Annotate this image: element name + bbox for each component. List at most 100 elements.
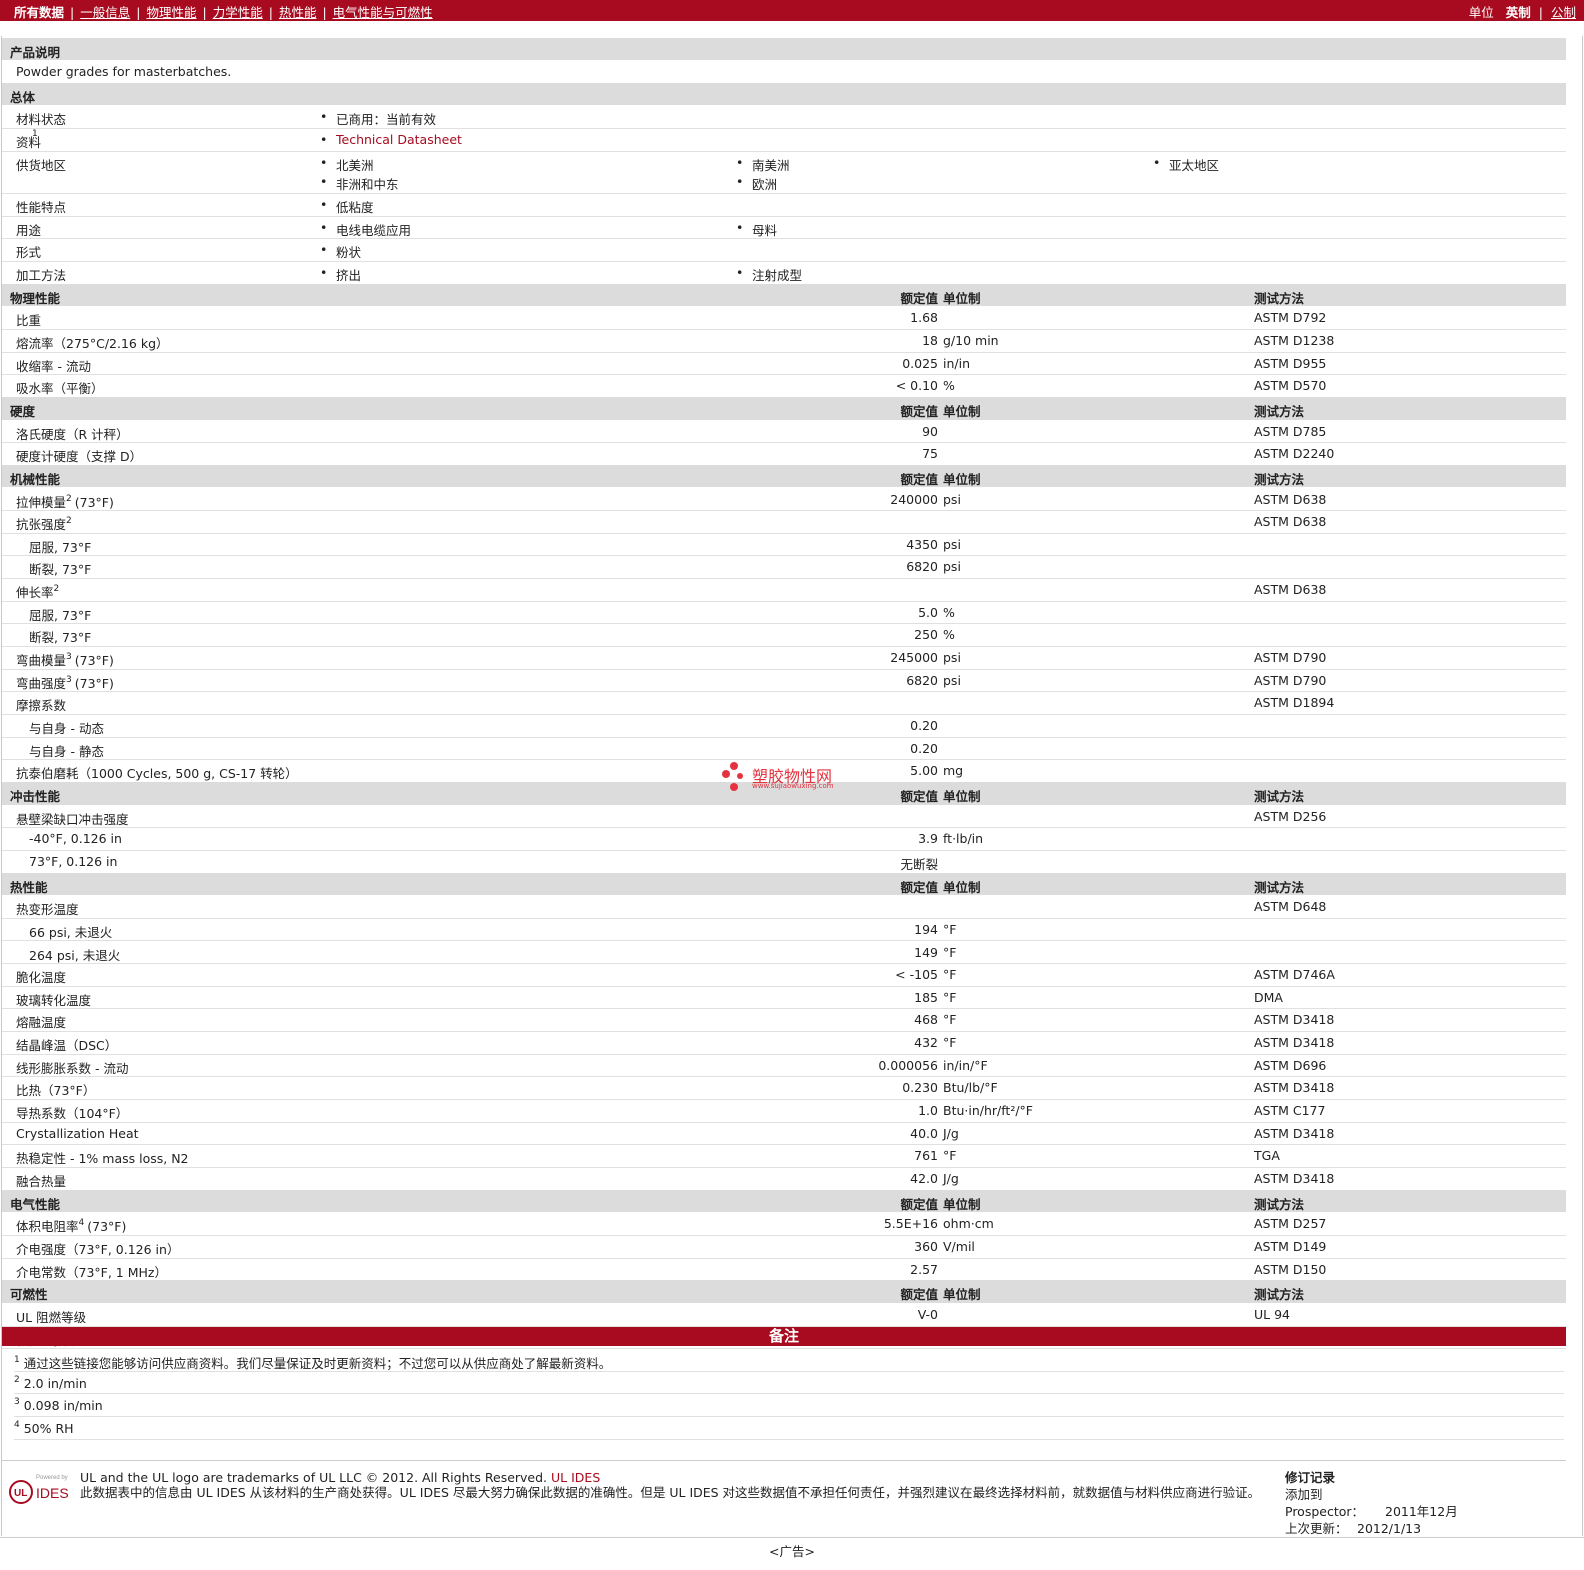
table-row: 伸长率2 ASTM D638 [2, 578, 1566, 602]
col-header-method: 测试方法 [1254, 290, 1305, 306]
row-label: 弯曲模量 [16, 653, 67, 668]
table-row: 弯曲强度3 (73°F) 6820 psi ASTM D790 [2, 669, 1566, 693]
footnote-ref: 2 [53, 584, 60, 595]
row-label-group: 硬度计硬度（支撑 D） [16, 446, 142, 465]
row-label-group: 导热系数（104°F） [16, 1103, 128, 1122]
row-value: 1.68 [910, 310, 938, 326]
bullet-item: 母料 [736, 220, 777, 239]
row-unit: in/in/°F [943, 1057, 988, 1073]
table-row: 66 psi, 未退火 194 °F [2, 918, 1566, 942]
row-value: 360 [914, 1239, 938, 1254]
trademark-text: UL and the UL logo are trademarks of UL … [80, 1470, 548, 1485]
row-method: ASTM D638 [1254, 514, 1327, 530]
row-label: 线形膨胀系数 - 流动 [16, 1060, 129, 1076]
table-row: 资料1Technical Datasheet [2, 128, 1566, 152]
unit-metric-link[interactable]: 公制 [1551, 5, 1576, 20]
col-header-method: 测试方法 [1254, 879, 1305, 895]
nav-link-1[interactable]: 一般信息 [80, 5, 130, 20]
row-value: 5.5E+16 [883, 1216, 938, 1232]
row-label: 屈服, 73°F [29, 607, 92, 623]
datasheet-link[interactable]: Technical Datasheet [336, 132, 462, 147]
bullet-text: 电线电缆应用 [336, 222, 412, 238]
row-value: 40.0 [910, 1125, 938, 1141]
section-header: 热性能 额定值 单位制 测试方法 [2, 872, 1566, 897]
row-label-group: 断裂, 73°F [29, 627, 91, 646]
section-header: 机械性能 额定值 单位制 测试方法 [2, 464, 1566, 489]
table-row: 结晶峰温（DSC） 432 °F ASTM D3418 [2, 1031, 1566, 1055]
row-unit: % [943, 627, 955, 643]
note-text: 50% RH [23, 1421, 74, 1437]
row-label-group: Crystallization Heat [16, 1126, 139, 1141]
col-header-unit: 单位制 [943, 471, 981, 487]
row-label-group: 与自身 - 静态 [29, 741, 104, 760]
row-value: 3.9 [918, 831, 938, 847]
nav-link-4[interactable]: 热性能 [279, 5, 317, 20]
row-label-suffix: (73°F) [87, 1219, 127, 1235]
row-value: 90 [922, 423, 938, 439]
row-label: 材料状态 [16, 112, 67, 128]
table-row: 热变形温度 ASTM D648 [2, 895, 1566, 919]
nav-link-5[interactable]: 电气性能与可燃性 [333, 5, 433, 20]
footnote-ref: 4 [78, 1218, 85, 1229]
row-unit: g/10 min [943, 332, 999, 348]
nav-link-0[interactable]: 所有数据 [14, 5, 64, 20]
row-value: 0.20 [910, 718, 938, 733]
col-header-method: 测试方法 [1254, 403, 1305, 419]
row-label-group: 264 psi, 未退火 [29, 945, 120, 964]
row-method: TGA [1254, 1148, 1280, 1164]
bullet-text: 低粘度 [336, 200, 374, 216]
ad-placeholder: <广告> [0, 1537, 1584, 1560]
row-label: 玻璃转化温度 [16, 992, 92, 1008]
row-method: ASTM D570 [1254, 378, 1327, 394]
table-row: 收缩率 - 流动 0.025 in/in ASTM D955 [2, 352, 1566, 376]
nav-link-2[interactable]: 物理性能 [146, 5, 196, 20]
bullet-item: 注射成型 [736, 265, 802, 284]
footer-disclaimer: UL and the UL logo are trademarks of UL … [80, 1470, 1270, 1500]
row-label: Crystallization Heat [16, 1125, 139, 1141]
row-label: 悬壁梁缺口冲击强度 [16, 811, 129, 827]
note-item: 3 0.098 in/min [14, 1393, 1564, 1418]
ul-logo-icon: UL Powered by IDES [9, 1475, 69, 1504]
ul-ides-link[interactable]: UL IDES [551, 1470, 600, 1485]
ul-ides-logo: UL Powered by IDES [8, 1471, 74, 1507]
note-content: 4 50% RH [14, 1421, 74, 1437]
footnote-ref: 2 [66, 493, 72, 504]
row-label-group: 热稳定性 - 1% mass loss, N2 [16, 1148, 189, 1167]
row-method: ASTM D1238 [1254, 332, 1335, 348]
row-label-group: 吸水率（平衡） [16, 378, 104, 397]
table-row: UL 阻燃等级 V-0 UL 94 [2, 1303, 1566, 1327]
section-title: 物理性能 [10, 290, 61, 306]
row-label-group: 拉伸模量2 (73°F) [16, 492, 114, 511]
footnote-ref: 2 [66, 516, 72, 527]
separator: | [202, 5, 207, 20]
row-value: 6820 [906, 672, 938, 688]
row-value: 75 [922, 446, 938, 462]
note-number: 1 [14, 1355, 20, 1365]
row-method: ASTM D2240 [1254, 446, 1335, 462]
col-header-value: 额定值 [900, 1196, 938, 1212]
row-method: ASTM D149 [1254, 1239, 1327, 1254]
row-value: 185 [914, 989, 938, 1005]
nav-link-3[interactable]: 力学性能 [213, 5, 263, 20]
row-value: 5.0 [918, 604, 938, 620]
table-row: 导热系数（104°F） 1.0 Btu·in/hr/ft²/°F ASTM C177 [2, 1099, 1566, 1123]
row-method: ASTM D3418 [1254, 1171, 1335, 1186]
rev-updated-value: 2012/1/13 [1357, 1521, 1422, 1536]
row-unit: % [943, 604, 955, 620]
bullet-item: 已商用：当前有效 [320, 109, 437, 128]
row-label-suffix: (73°F) [74, 675, 114, 691]
row-label: 融合热量 [16, 1174, 67, 1189]
row-label: -40°F, 0.126 in [29, 831, 122, 847]
row-label-group: 收缩率 - 流动 [16, 356, 91, 375]
table-row: 73°F, 0.126 in 无断裂 [2, 850, 1566, 874]
row-value: 432 [914, 1035, 938, 1051]
unit-imperial[interactable]: 英制 [1506, 5, 1531, 20]
row-label: 形式 [16, 245, 42, 261]
table-row: 弯曲模量3 (73°F) 245000 psi ASTM D790 [2, 646, 1566, 670]
separator: | [268, 5, 273, 20]
bullet-text: 已商用：当前有效 [336, 112, 437, 128]
row-unit: Btu·in/hr/ft²/°F [943, 1103, 1033, 1118]
row-label-group: 玻璃转化温度 [16, 990, 91, 1009]
notes-header: 备注 [2, 1327, 1566, 1346]
section-nav: 所有数据 | 一般信息 | 物理性能 | 力学性能 | 热性能 | 电气性能与可燃性 [14, 2, 433, 21]
